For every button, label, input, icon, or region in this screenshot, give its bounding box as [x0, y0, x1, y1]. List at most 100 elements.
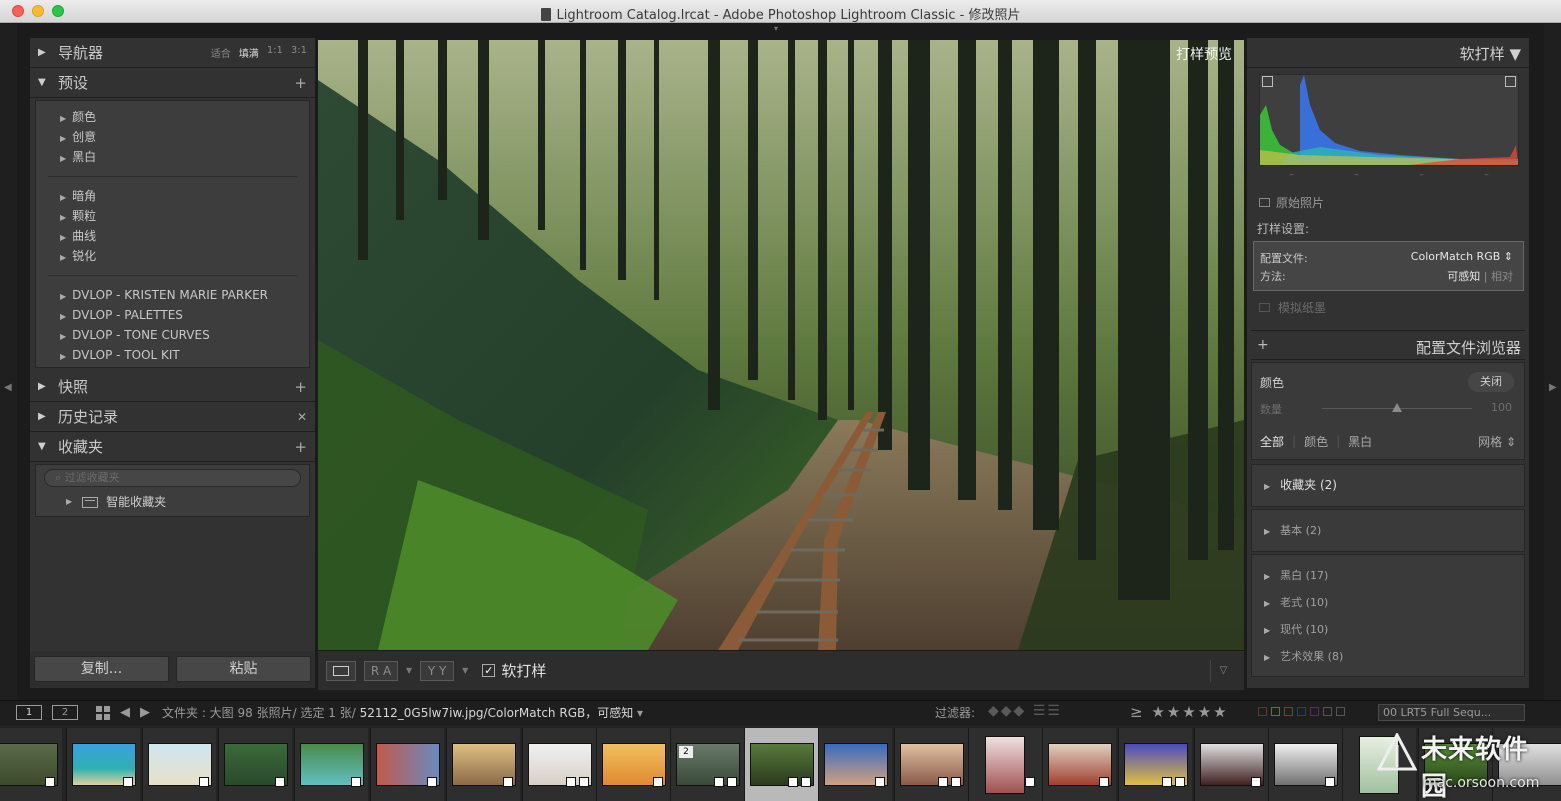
- filmstrip-thumb[interactable]: [1042, 728, 1116, 801]
- filmstrip-thumb[interactable]: [1268, 728, 1342, 801]
- method-relative[interactable]: 相对: [1491, 270, 1513, 283]
- filmstrip-thumb[interactable]: [894, 728, 968, 801]
- profile-group-artistic[interactable]: ▶ 艺术效果 (8): [1252, 643, 1524, 670]
- zoom-fill[interactable]: 填满: [239, 45, 259, 60]
- loupe-view-button[interactable]: [326, 660, 356, 681]
- preset-folder[interactable]: ▶ 曲线: [36, 226, 309, 246]
- preset-folder[interactable]: ▶ DVLOP - PALETTES: [36, 305, 309, 325]
- preset-folder[interactable]: ▶ 暗角: [36, 186, 309, 206]
- profile-browser-header[interactable]: + 配置文件浏览器: [1251, 330, 1525, 360]
- before-after-lr-button[interactable]: R A: [364, 660, 398, 681]
- filmstrip-thumb[interactable]: [1118, 728, 1192, 801]
- preset-folder[interactable]: ▶ DVLOP - TONE CURVES: [36, 325, 309, 345]
- expand-triangle-icon[interactable]: ▶: [38, 411, 58, 422]
- filter-bw[interactable]: 黑白: [1348, 433, 1372, 450]
- collections-header[interactable]: ▼ 收藏夹 +: [30, 432, 315, 462]
- before-after-lr-dropdown-icon[interactable]: ▼: [406, 666, 412, 675]
- left-panel-collapse-strip[interactable]: ◀: [0, 24, 17, 724]
- filmstrip-thumb[interactable]: [142, 728, 216, 801]
- right-panel-collapse-strip[interactable]: ▶: [1544, 24, 1561, 724]
- filmstrip-source-info[interactable]: 文件夹 : 大图 98 张照片/ 选定 1 张/ 52112_0G5lw7iw.…: [162, 704, 643, 721]
- rating-filter[interactable]: ≥ ★★★★★: [1130, 703, 1229, 721]
- add-snapshot-icon[interactable]: +: [294, 378, 307, 396]
- paste-button[interactable]: 粘贴: [176, 656, 311, 682]
- red-label-icon[interactable]: [1258, 707, 1267, 716]
- collection-search-input[interactable]: ⌕ 过滤收藏夹: [44, 469, 301, 487]
- method-perceptual[interactable]: 可感知: [1447, 270, 1480, 283]
- history-header[interactable]: ▶ 历史记录 ✕: [30, 402, 315, 432]
- shadow-clipping-icon[interactable]: [1262, 76, 1273, 87]
- add-profile-icon[interactable]: +: [1257, 337, 1269, 353]
- filmstrip-thumb[interactable]: [1194, 728, 1268, 801]
- top-panel-toggle[interactable]: ▾: [774, 24, 788, 33]
- profile-group-vintage[interactable]: ▶ 老式 (10): [1252, 589, 1524, 616]
- grid-view-icon[interactable]: [96, 705, 110, 720]
- preset-folder[interactable]: ▶ 黑白: [36, 147, 309, 167]
- left-collapse-arrow-icon[interactable]: ◀: [4, 382, 12, 393]
- softproof-header[interactable]: 软打样 ▼: [1247, 38, 1529, 68]
- close-profile-browser-button[interactable]: 关闭: [1468, 372, 1514, 392]
- color-label-filter[interactable]: [1258, 707, 1345, 716]
- blue-label-icon[interactable]: [1297, 707, 1306, 716]
- filter-preset-select[interactable]: 00 LRT5 Full Sequ...: [1378, 704, 1525, 721]
- smart-collection-set[interactable]: ▶ 智能收藏夹: [36, 492, 309, 512]
- filmstrip-thumb[interactable]: [294, 728, 368, 801]
- softproof-checkbox[interactable]: ✓: [482, 664, 496, 677]
- softproof-toggle[interactable]: ✓ 软打样: [482, 660, 546, 681]
- profile-group-basic[interactable]: ▶ 基本 (2): [1252, 517, 1524, 544]
- preset-folder[interactable]: ▶ DVLOP - TOOL KIT: [36, 345, 309, 365]
- amount-slider-thumb[interactable]: [1392, 403, 1402, 412]
- snapshots-header[interactable]: ▶ 快照 +: [30, 372, 315, 402]
- profile-group-modern[interactable]: ▶ 现代 (10): [1252, 616, 1524, 643]
- filmstrip-thumb[interactable]: [218, 728, 292, 801]
- copy-button[interactable]: 复制...: [34, 656, 169, 682]
- view-grid-select[interactable]: 网格 ⇕: [1478, 433, 1516, 450]
- filmstrip-thumb[interactable]: [370, 728, 444, 801]
- preset-folder[interactable]: ▶ 颗粒: [36, 206, 309, 226]
- profile-group-favorites[interactable]: ▶ 收藏夹 (2): [1252, 472, 1524, 499]
- filmstrip-thumb[interactable]: [446, 728, 520, 801]
- add-preset-icon[interactable]: +: [294, 74, 307, 92]
- before-after-tb-button[interactable]: Y Y: [420, 660, 455, 681]
- filmstrip-thumb[interactable]: [968, 728, 1042, 801]
- gray-label-icon[interactable]: [1323, 707, 1332, 716]
- add-collection-icon[interactable]: +: [294, 438, 307, 456]
- preset-folder[interactable]: ▶ 颜色: [36, 107, 309, 127]
- preset-folder[interactable]: ▶ DVLOP - KRISTEN MARIE PARKER: [36, 285, 309, 305]
- toolbar-menu-chevron-icon[interactable]: ▽: [1210, 660, 1236, 682]
- zoom-3-1[interactable]: 3:1: [291, 45, 307, 60]
- preset-folder[interactable]: ▶ 锐化: [36, 246, 309, 266]
- filter-color[interactable]: 颜色: [1304, 433, 1328, 450]
- preset-folder[interactable]: ▶ 创意: [36, 127, 309, 147]
- before-after-tb-dropdown-icon[interactable]: ▼: [462, 666, 468, 675]
- expand-triangle-icon[interactable]: ▶: [38, 47, 58, 58]
- filmstrip-thumb-stack[interactable]: 2: [670, 728, 744, 801]
- clear-history-icon[interactable]: ✕: [297, 410, 307, 424]
- photo-canvas[interactable]: 打样预览: [318, 40, 1244, 650]
- filmstrip[interactable]: ◀ 2 未来软件园 mac.orsoon.com: [0, 725, 1561, 801]
- histogram[interactable]: [1259, 74, 1519, 166]
- simulate-paper-toggle[interactable]: 模拟纸墨: [1259, 299, 1326, 316]
- none-label-icon[interactable]: [1336, 707, 1345, 716]
- filmstrip-thumb[interactable]: [596, 728, 670, 801]
- original-photo-toggle[interactable]: 原始照片: [1259, 194, 1324, 211]
- forward-arrow-icon[interactable]: ▶: [140, 705, 150, 720]
- filmstrip-thumb-selected[interactable]: [744, 728, 818, 801]
- profile-group-bw[interactable]: ▶ 黑白 (17): [1252, 562, 1524, 589]
- highlight-clipping-icon[interactable]: [1505, 76, 1516, 87]
- collapse-triangle-icon[interactable]: ▼: [38, 77, 58, 88]
- secondary-window-button[interactable]: 2: [52, 705, 78, 720]
- green-label-icon[interactable]: [1284, 707, 1293, 716]
- collapse-triangle-icon[interactable]: ▼: [38, 441, 58, 452]
- profile-select[interactable]: ColorMatch RGB ⇕: [1411, 250, 1513, 266]
- filmstrip-thumb[interactable]: [0, 728, 62, 801]
- flag-filter-icons[interactable]: ◆◆◆ ☰☰: [988, 703, 1062, 719]
- navigator-header[interactable]: ▶ 导航器 适合 填满 1:1 3:1: [30, 38, 315, 68]
- filmstrip-thumb[interactable]: [66, 728, 140, 801]
- expand-triangle-icon[interactable]: ▶: [38, 381, 58, 392]
- filmstrip-thumb[interactable]: [818, 728, 892, 801]
- presets-header[interactable]: ▼ 预设 +: [30, 68, 315, 98]
- primary-window-button[interactable]: 1: [16, 705, 42, 720]
- yellow-label-icon[interactable]: [1271, 707, 1280, 716]
- filmstrip-thumb[interactable]: [522, 728, 596, 801]
